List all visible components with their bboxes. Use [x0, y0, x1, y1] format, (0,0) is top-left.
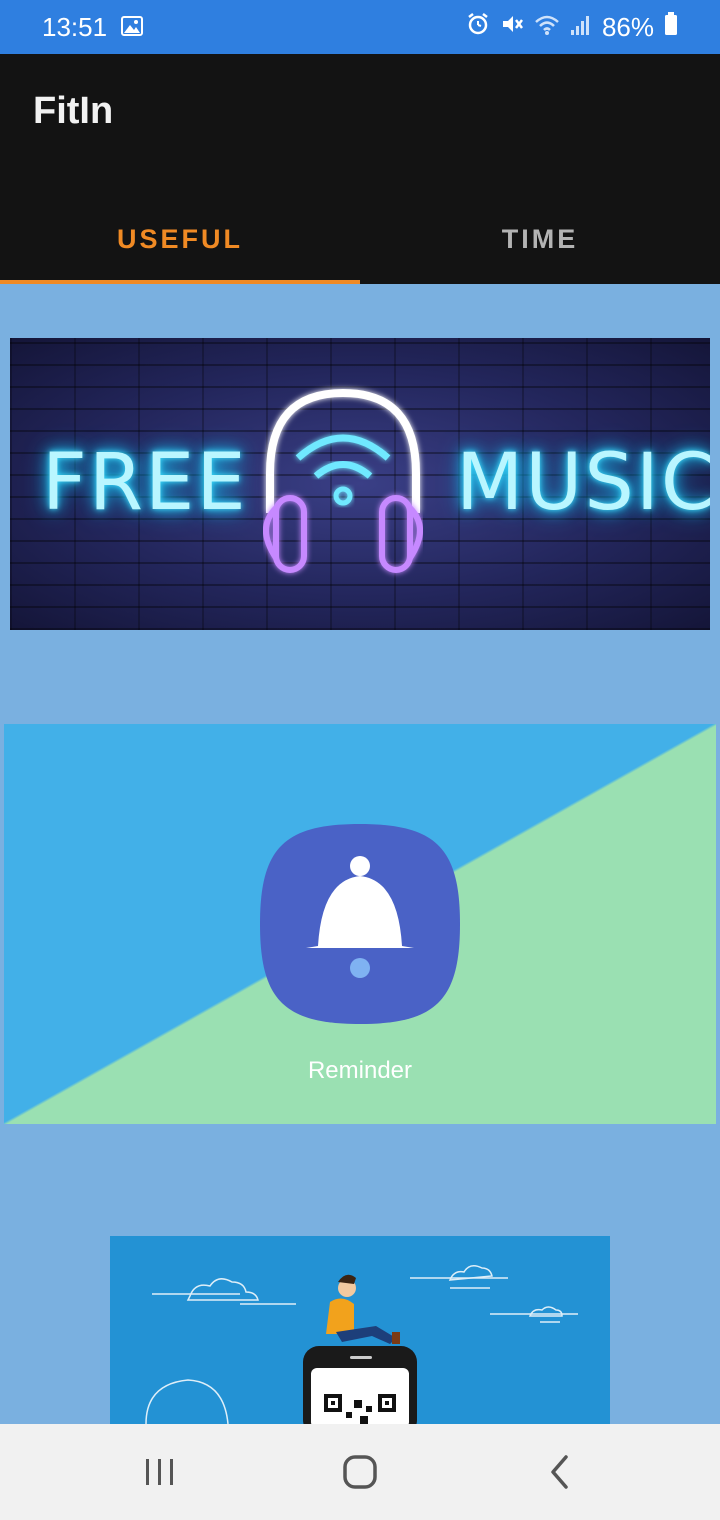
tab-bar: USEFUL TIME [0, 194, 720, 284]
tab-useful[interactable]: USEFUL [0, 194, 360, 284]
status-right: 86% [466, 11, 678, 43]
wifi-icon [534, 12, 560, 43]
free-music-card[interactable]: FREE MUSIC [10, 338, 710, 630]
bell-icon [260, 824, 460, 1024]
home-icon [343, 1455, 377, 1489]
status-time: 13:51 [42, 11, 108, 42]
recent-apps-icon [146, 1459, 173, 1485]
status-bar: 13:51 86% [0, 0, 720, 54]
status-left: 13:51 [42, 11, 144, 43]
alarm-icon [466, 12, 490, 43]
content-list[interactable]: FREE MUSIC Reminder [0, 284, 720, 1424]
reminder-label: Reminder [307, 1057, 413, 1084]
recent-apps-button[interactable] [110, 1432, 210, 1512]
signal-icon [570, 12, 592, 43]
tab-time[interactable]: TIME [360, 194, 720, 284]
battery-percent: 86% [601, 11, 654, 42]
free-music-word-right: MUSIC [456, 438, 710, 528]
back-button[interactable] [510, 1432, 610, 1512]
home-button[interactable] [310, 1432, 410, 1512]
headphones-icon [263, 388, 423, 573]
navigation-bar [0, 1424, 720, 1520]
image-icon [121, 12, 144, 43]
app-bar: FitIn USEFUL TIME [0, 54, 720, 284]
qr-illustration [145, 1265, 578, 1424]
app-title: FitIn [33, 90, 114, 132]
battery-icon [664, 11, 678, 43]
qr-scanner-card[interactable] [110, 1236, 610, 1424]
reminder-card[interactable]: Reminder [4, 724, 716, 1124]
mute-icon [500, 12, 524, 43]
back-icon [551, 1455, 568, 1489]
free-music-word-left: FREE [42, 438, 248, 528]
